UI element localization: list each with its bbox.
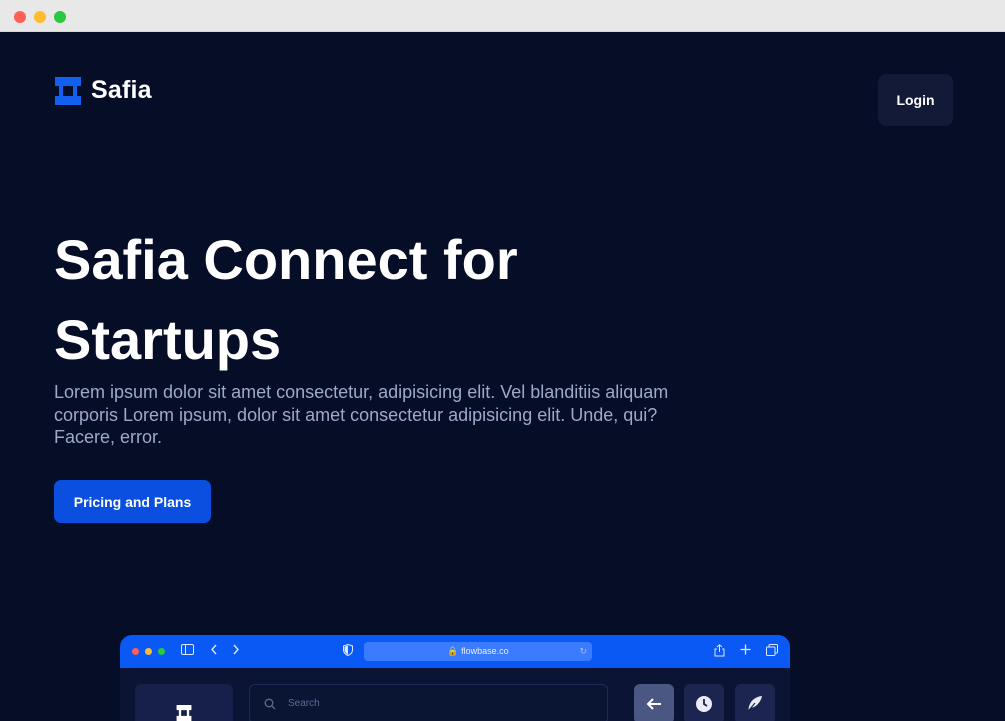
mockup-content: Search	[120, 668, 790, 721]
browser-mockup: 🔒 flowbase.co ↻ Search	[120, 635, 790, 721]
url-text: flowbase.co	[461, 646, 509, 656]
shield-icon	[343, 643, 353, 659]
feather-icon	[747, 696, 762, 713]
back-icon	[210, 644, 218, 658]
minimize-window-icon[interactable]	[34, 11, 46, 23]
brand-logo[interactable]: Safia	[55, 76, 152, 105]
tabs-icon	[766, 644, 778, 659]
search-icon	[264, 697, 276, 710]
mockup-maximize-icon	[158, 648, 165, 655]
arrow-left-icon	[646, 698, 661, 710]
plus-icon	[740, 644, 751, 658]
close-window-icon[interactable]	[14, 11, 26, 23]
sidebar-icon	[181, 644, 194, 658]
login-button[interactable]: Login	[878, 74, 953, 126]
share-icon	[714, 644, 725, 660]
search-placeholder: Search	[288, 698, 320, 709]
hero-title: Safia Connect for Startups	[54, 228, 518, 371]
mockup-logo-icon	[176, 705, 192, 721]
mockup-back-button	[634, 684, 674, 721]
clock-icon	[696, 696, 712, 712]
window-titlebar	[0, 0, 1005, 32]
forward-icon	[232, 644, 240, 658]
brand-name: Safia	[91, 76, 152, 104]
url-bar: 🔒 flowbase.co ↻	[364, 642, 592, 661]
mockup-logo-card	[135, 684, 233, 721]
mockup-minimize-icon	[145, 648, 152, 655]
logo-icon	[55, 76, 81, 105]
mockup-search-input: Search	[249, 684, 608, 721]
landing-page: Safia Login Safia Connect for Startups L…	[0, 32, 1005, 721]
mockup-close-icon	[132, 648, 139, 655]
maximize-window-icon[interactable]	[54, 11, 66, 23]
lock-icon: 🔒	[447, 646, 459, 656]
pricing-button[interactable]: Pricing and Plans	[54, 480, 211, 523]
mockup-toolbar: 🔒 flowbase.co ↻	[120, 635, 790, 668]
refresh-icon: ↻	[579, 646, 587, 656]
hero-description: Lorem ipsum dolor sit amet consectetur, …	[54, 382, 669, 447]
mockup-feather-button	[735, 684, 775, 721]
mockup-history-button	[684, 684, 724, 721]
